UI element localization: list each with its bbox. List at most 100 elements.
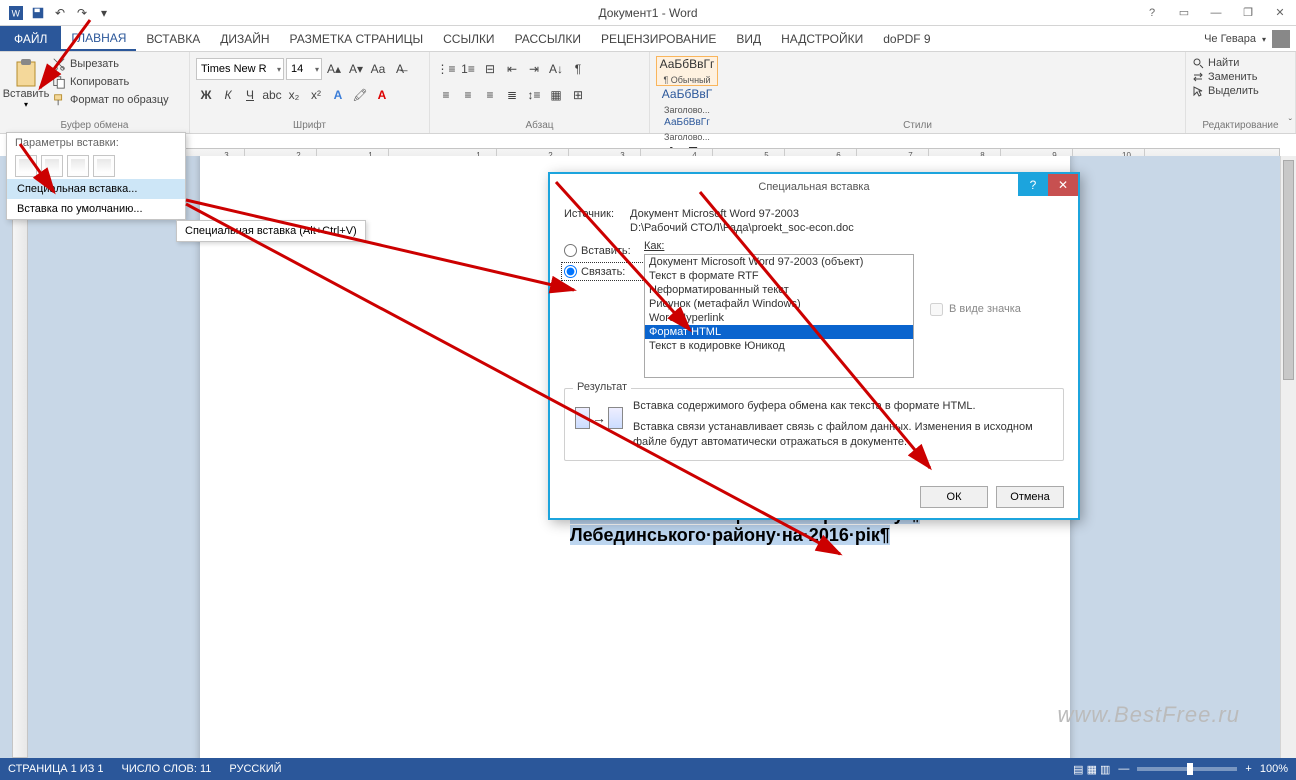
- tab-file[interactable]: ФАЙЛ: [0, 26, 61, 51]
- sort-icon[interactable]: A↓: [546, 58, 566, 80]
- text-effects-icon[interactable]: A: [328, 84, 348, 106]
- underline-icon[interactable]: Ч: [240, 84, 260, 106]
- help-icon[interactable]: ?: [1140, 3, 1164, 23]
- word-icon[interactable]: W: [6, 3, 26, 23]
- status-words[interactable]: ЧИСЛО СЛОВ: 11: [122, 763, 212, 775]
- tab-home[interactable]: ГЛАВНАЯ: [61, 26, 136, 51]
- paste-default-item[interactable]: Вставка по умолчанию...: [7, 199, 185, 219]
- clear-format-icon[interactable]: A̶: [390, 58, 410, 80]
- font-color-icon[interactable]: A: [372, 84, 392, 106]
- scroll-thumb[interactable]: [1283, 160, 1294, 380]
- user-name: Че Гевара: [1204, 33, 1256, 45]
- align-left-icon[interactable]: ≡: [436, 84, 456, 106]
- save-icon[interactable]: [28, 3, 48, 23]
- line-spacing-icon[interactable]: ↕≡: [524, 84, 544, 106]
- shrink-font-icon[interactable]: A▾: [346, 58, 366, 80]
- view-mode-icons[interactable]: ▤ ▦ ▥: [1073, 763, 1110, 776]
- paste-option-4[interactable]: [93, 155, 115, 177]
- ok-button[interactable]: ОК: [920, 486, 988, 508]
- outdent-icon[interactable]: ⇤: [502, 58, 522, 80]
- highlight-icon[interactable]: 🖍: [350, 84, 370, 106]
- paste-special-tooltip: Специальная вставка (Alt+Ctrl+V): [176, 220, 366, 242]
- shading-icon[interactable]: ▦: [546, 84, 566, 106]
- watermark: www.BestFree.ru: [1058, 702, 1241, 728]
- close-icon[interactable]: ✕: [1268, 3, 1292, 23]
- tab-insert[interactable]: ВСТАВКА: [136, 26, 210, 51]
- window-title: Документ1 - Word: [598, 6, 697, 20]
- ribbon-display-icon[interactable]: ▭: [1172, 3, 1196, 23]
- paste-special-dialog: Специальная вставка ? ✕ Источник:Докумен…: [548, 172, 1080, 520]
- undo-icon[interactable]: ↶: [50, 3, 70, 23]
- borders-icon[interactable]: ⊞: [568, 84, 588, 106]
- minimize-icon[interactable]: —: [1204, 3, 1228, 23]
- paste-option-1[interactable]: [15, 155, 37, 177]
- group-styles: АаБбВвГг¶ Обычный АаБбВвГЗаголово... АаБ…: [650, 52, 1186, 133]
- font-size-combo[interactable]: 14: [286, 58, 322, 80]
- qat-more-icon[interactable]: ▾: [94, 3, 114, 23]
- paste-button[interactable]: Вставить ▾: [6, 56, 46, 109]
- format-listbox[interactable]: Документ Microsoft Word 97-2003 (объект)…: [644, 254, 914, 378]
- replace-button[interactable]: Заменить: [1192, 70, 1289, 84]
- radio-link[interactable]: Связать:: [564, 265, 644, 278]
- paste-special-item[interactable]: Специальная вставка...: [7, 179, 185, 199]
- vertical-ruler[interactable]: [12, 156, 28, 758]
- tab-layout[interactable]: РАЗМЕТКА СТРАНИЦЫ: [280, 26, 434, 51]
- grow-font-icon[interactable]: A▴: [324, 58, 344, 80]
- bold-icon[interactable]: Ж: [196, 84, 216, 106]
- cut-button[interactable]: Вырезать: [50, 56, 171, 72]
- zoom-slider[interactable]: [1137, 767, 1237, 771]
- zoom-value[interactable]: 100%: [1260, 763, 1288, 775]
- align-right-icon[interactable]: ≡: [480, 84, 500, 106]
- style-normal[interactable]: АаБбВвГг¶ Обычный: [656, 56, 718, 86]
- dialog-close-icon[interactable]: ✕: [1048, 174, 1078, 196]
- tab-references[interactable]: ССЫЛКИ: [433, 26, 504, 51]
- indent-icon[interactable]: ⇥: [524, 58, 544, 80]
- dialog-help-icon[interactable]: ?: [1018, 174, 1048, 196]
- vertical-scrollbar[interactable]: [1280, 156, 1296, 758]
- strike-icon[interactable]: abc: [262, 84, 282, 106]
- superscript-icon[interactable]: x²: [306, 84, 326, 106]
- paste-option-3[interactable]: [67, 155, 89, 177]
- quick-access-toolbar: W ↶ ↷ ▾: [0, 3, 114, 23]
- group-editing: Найти Заменить Выделить Редактирование: [1186, 52, 1296, 133]
- select-button[interactable]: Выделить: [1192, 84, 1289, 98]
- tab-review[interactable]: РЕЦЕНЗИРОВАНИЕ: [591, 26, 726, 51]
- tab-addins[interactable]: НАДСТРОЙКИ: [771, 26, 873, 51]
- svg-text:W: W: [12, 8, 21, 18]
- ribbon: Вставить ▾ Вырезать Копировать Формат по…: [0, 52, 1296, 134]
- copy-button[interactable]: Копировать: [50, 74, 171, 90]
- status-lang[interactable]: РУССКИЙ: [229, 763, 281, 775]
- cancel-button[interactable]: Отмена: [996, 486, 1064, 508]
- font-name-combo[interactable]: Times New R: [196, 58, 284, 80]
- multilevel-icon[interactable]: ⊟: [480, 58, 500, 80]
- subscript-icon[interactable]: x₂: [284, 84, 304, 106]
- window-controls: ? ▭ — ❐ ✕: [1140, 3, 1292, 23]
- status-page[interactable]: СТРАНИЦА 1 ИЗ 1: [8, 763, 104, 775]
- avatar: [1272, 30, 1290, 48]
- user-area[interactable]: Че Гевара ▾: [1204, 30, 1290, 48]
- format-painter-button[interactable]: Формат по образцу: [50, 92, 171, 108]
- status-bar: СТРАНИЦА 1 ИЗ 1 ЧИСЛО СЛОВ: 11 РУССКИЙ ▤…: [0, 758, 1296, 780]
- tab-view[interactable]: ВИД: [726, 26, 771, 51]
- dialog-title[interactable]: Специальная вставка ? ✕: [550, 174, 1078, 200]
- tab-design[interactable]: ДИЗАЙН: [210, 26, 279, 51]
- paste-option-2[interactable]: [41, 155, 63, 177]
- align-center-icon[interactable]: ≡: [458, 84, 478, 106]
- ruler: 32112345678910: [0, 134, 1296, 156]
- find-button[interactable]: Найти: [1192, 56, 1289, 70]
- italic-icon[interactable]: К: [218, 84, 238, 106]
- show-marks-icon[interactable]: ¶: [568, 58, 588, 80]
- ribbon-tabs: ФАЙЛ ГЛАВНАЯ ВСТАВКА ДИЗАЙН РАЗМЕТКА СТР…: [0, 26, 1296, 52]
- bullets-icon[interactable]: ⋮≡: [436, 58, 456, 80]
- numbering-icon[interactable]: 1≡: [458, 58, 478, 80]
- change-case-icon[interactable]: Aa: [368, 58, 388, 80]
- redo-icon[interactable]: ↷: [72, 3, 92, 23]
- style-heading1[interactable]: АаБбВвГЗаголово...: [656, 86, 718, 116]
- radio-paste[interactable]: Вставить:: [564, 244, 644, 257]
- justify-icon[interactable]: ≣: [502, 84, 522, 106]
- group-clipboard: Вставить ▾ Вырезать Копировать Формат по…: [0, 52, 190, 133]
- restore-icon[interactable]: ❐: [1236, 3, 1260, 23]
- tab-mailings[interactable]: РАССЫЛКИ: [505, 26, 591, 51]
- tab-dopdf[interactable]: doPDF 9: [873, 26, 940, 51]
- collapse-ribbon-icon[interactable]: ˇ: [1289, 118, 1292, 129]
